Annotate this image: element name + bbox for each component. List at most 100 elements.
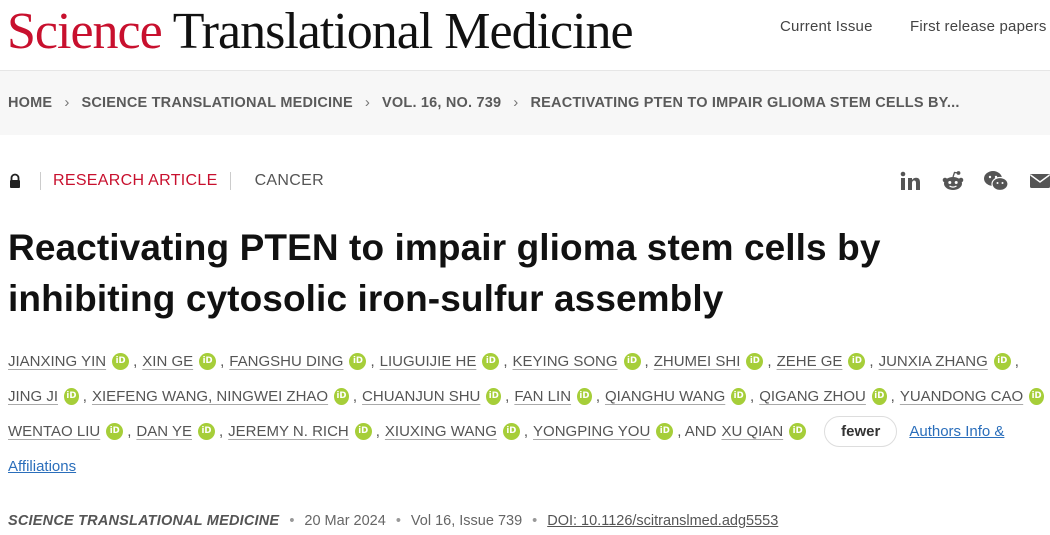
comma-separator: ,	[82, 388, 87, 405]
orcid-icon[interactable]: iD	[993, 353, 1011, 370]
citation-date: 20 Mar 2024	[304, 513, 386, 529]
author-name[interactable]: XIUXING WANG	[385, 423, 497, 440]
orcid-icon[interactable]: iD	[731, 388, 747, 405]
author-name[interactable]: KEYING SONG	[513, 353, 618, 370]
author-name[interactable]: JEREMY N. RICH	[228, 423, 349, 440]
author-name[interactable]: QIGANG ZHOU	[759, 388, 866, 405]
breadcrumb-article: REACTIVATING PTEN TO IMPAIR GLIOMA STEM …	[530, 94, 960, 111]
author-list: JIANXING YIN iD, XIN GE iD, FANGSHU DING iD, L…	[8, 344, 1048, 484]
author-line: Affiliations	[8, 449, 1048, 484]
orcid-icon[interactable]: iD	[64, 388, 79, 405]
author-name[interactable]: FAN LIN	[514, 388, 571, 405]
email-icon[interactable]	[1030, 170, 1050, 192]
article-meta: RESEARCH ARTICLE CANCER	[8, 172, 324, 190]
author-line: JIANXING YIN iD, XIN GE iD, FANGSHU DING iD, L…	[8, 344, 1048, 379]
author-name[interactable]: YONGPING YOU	[533, 423, 650, 440]
orcid-icon[interactable]: iD	[112, 353, 130, 370]
orcid-icon[interactable]: iD	[199, 353, 217, 370]
comma-separator: ,	[595, 388, 600, 405]
author-name[interactable]: XIN GE	[142, 353, 193, 370]
comma-separator: ,	[890, 388, 895, 405]
nav-first-release[interactable]: First release papers	[910, 18, 1047, 35]
author-name[interactable]: DAN YE	[136, 423, 192, 440]
comma-separator: ,	[127, 423, 132, 440]
author-line: JING JI iD, XIEFENG WANG, NINGWEI ZHAO iD, C…	[8, 379, 1048, 414]
linkedin-icon[interactable]	[899, 170, 921, 192]
citation-doi[interactable]: DOI: 10.1126/scitranslmed.adg5553	[547, 513, 778, 529]
comma-separator: ,	[370, 353, 375, 370]
orcid-icon[interactable]: iD	[106, 423, 124, 440]
comma-separator: ,	[503, 353, 508, 370]
orcid-icon[interactable]: iD	[486, 388, 502, 405]
author-name[interactable]: YUANDONG CAO	[900, 388, 1023, 405]
author-name[interactable]: JIANXING YIN	[8, 353, 106, 370]
and-connector: , AND	[677, 423, 717, 440]
author-name[interactable]: XIEFENG WANG, NINGWEI ZHAO	[92, 388, 328, 405]
author-name[interactable]: LIUGUIJIE HE	[380, 353, 477, 370]
logo-translational-medicine: Translational Medicine	[172, 3, 634, 60]
orcid-icon[interactable]: iD	[354, 423, 372, 440]
orcid-icon[interactable]: iD	[334, 388, 349, 405]
wechat-icon[interactable]	[983, 170, 1009, 192]
orcid-icon[interactable]: iD	[848, 353, 866, 370]
author-name[interactable]: FANGSHU DING	[229, 353, 343, 370]
orcid-icon[interactable]: iD	[871, 388, 887, 405]
fewer-authors-button[interactable]: fewer	[824, 416, 898, 447]
separator-dot: •	[395, 513, 401, 529]
orcid-icon[interactable]: iD	[656, 423, 674, 440]
orcid-icon[interactable]: iD	[197, 423, 215, 440]
chevron-right-icon: ›	[364, 94, 371, 111]
author-line: WENTAO LIU iD, DAN YE iD, JEREMY N. RICH iD, X…	[8, 414, 1048, 449]
separator-dot: •	[532, 513, 538, 529]
author-name[interactable]: ZHUMEI SHI	[654, 353, 741, 370]
citation-volume[interactable]: Vol 16, Issue 739	[411, 513, 522, 529]
breadcrumb-journal[interactable]: SCIENCE TRANSLATIONAL MEDICINE	[82, 95, 353, 111]
article-type: RESEARCH ARTICLE	[53, 172, 218, 189]
journal-logo[interactable]: Science Translational Medicine	[7, 2, 634, 62]
comma-separator: ,	[375, 423, 380, 440]
author-name[interactable]: XU QIAN	[721, 423, 783, 440]
chevron-right-icon: ›	[64, 94, 70, 111]
comma-separator: ,	[1014, 353, 1019, 370]
divider	[229, 172, 231, 190]
orcid-icon[interactable]: iD	[1029, 388, 1044, 405]
orcid-icon[interactable]: iD	[349, 353, 367, 370]
comma-separator: ,	[869, 353, 874, 370]
orcid-icon[interactable]: iD	[623, 353, 641, 370]
author-name[interactable]: ZEHE GE	[777, 353, 843, 370]
site-header: Science Translational Medicine Current I…	[0, 0, 1050, 70]
citation-line: SCIENCE TRANSLATIONAL MEDICINE • 20 Mar …	[8, 513, 778, 529]
divider	[40, 172, 41, 190]
authors-affiliations-link[interactable]: Authors Info &	[909, 423, 1004, 440]
comma-separator: ,	[505, 388, 510, 405]
breadcrumb-home[interactable]: HOME	[8, 95, 52, 111]
orcid-icon[interactable]: iD	[789, 423, 807, 440]
reddit-icon[interactable]	[941, 170, 965, 192]
citation-journal[interactable]: SCIENCE TRANSLATIONAL MEDICINE	[8, 513, 279, 529]
breadcrumb-issue[interactable]: VOL. 16, NO. 739	[382, 95, 501, 111]
article-subject[interactable]: CANCER	[255, 172, 324, 190]
author-name[interactable]: JUNXIA ZHANG	[879, 353, 988, 370]
author-name[interactable]: WENTAO LIU	[8, 423, 100, 440]
separator-dot: •	[289, 513, 295, 529]
orcid-icon[interactable]: iD	[482, 353, 500, 370]
article-title: Reactivating PTEN to impair glioma stem …	[8, 227, 881, 319]
orcid-icon[interactable]: iD	[577, 388, 592, 405]
orcid-icon[interactable]: iD	[746, 353, 764, 370]
logo-science: Science	[7, 3, 163, 60]
comma-separator: ,	[133, 353, 138, 370]
comma-separator: ,	[644, 353, 649, 370]
authors-affiliations-link-cont[interactable]: Affiliations	[8, 458, 76, 475]
author-name[interactable]: JING JI	[8, 388, 58, 405]
comma-separator: ,	[767, 353, 772, 370]
nav-current-issue[interactable]: Current Issue	[780, 18, 873, 35]
comma-separator: ,	[218, 423, 224, 440]
comma-separator: ,	[750, 388, 755, 405]
lock-icon	[8, 173, 22, 189]
author-name[interactable]: CHUANJUN SHU	[362, 388, 480, 405]
orcid-icon[interactable]: iD	[502, 423, 520, 440]
breadcrumb: HOME › SCIENCE TRANSLATIONAL MEDICINE › …	[8, 94, 960, 111]
author-name[interactable]: QIANGHU WANG	[605, 388, 725, 405]
comma-separator: ,	[523, 423, 529, 440]
comma-separator: ,	[220, 353, 225, 370]
